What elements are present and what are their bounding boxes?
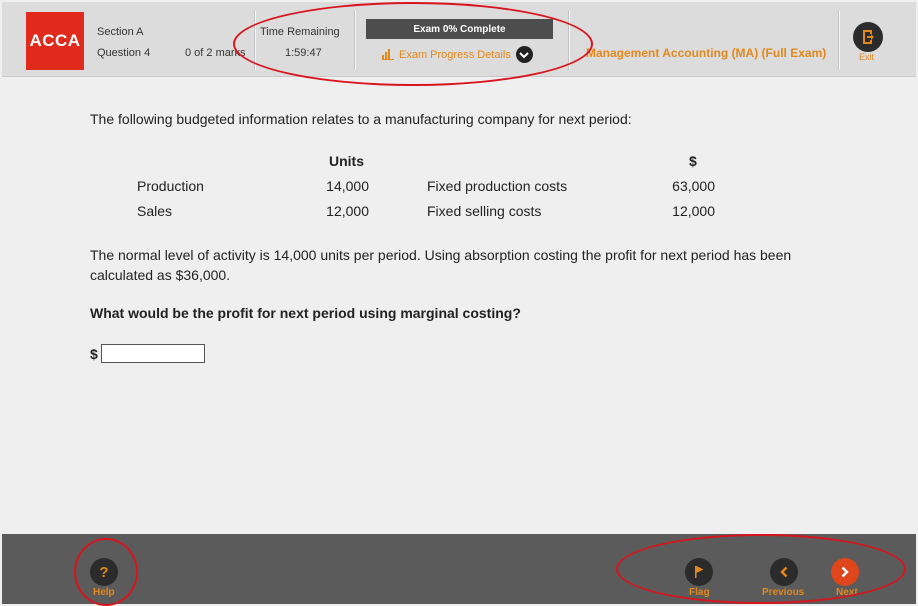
dollar-header: $ — [689, 153, 697, 169]
exam-progress-details-label: Exam Progress Details — [399, 48, 511, 61]
flag-button[interactable] — [685, 558, 713, 586]
question-text: What would be the profit for next period… — [90, 305, 521, 321]
answer-input[interactable] — [101, 344, 205, 363]
question-label: Question 4 — [97, 47, 151, 59]
question-intro: The following budgeted information relat… — [90, 111, 632, 127]
previous-label: Previous — [762, 587, 805, 598]
section-label: Section A — [97, 26, 144, 38]
question-mark-icon: ? — [99, 563, 109, 581]
exam-footer: ? Help Flag Previous Next — [2, 534, 916, 604]
currency-symbol: $ — [90, 346, 98, 362]
exam-progress-bar: Exam 0% Complete — [366, 19, 553, 39]
next-label: Next — [836, 587, 858, 598]
header-divider — [568, 10, 570, 70]
units-header: Units — [329, 153, 364, 169]
header-divider — [354, 10, 356, 70]
chevron-right-icon — [841, 566, 849, 578]
header-divider — [838, 10, 840, 70]
exam-title: Management Accounting (MA) (Full Exam) — [586, 46, 827, 60]
acca-logo: ACCA — [26, 12, 84, 70]
exam-progress-text: Exam 0% Complete — [413, 23, 506, 35]
marks-label: 0 of 2 marks — [185, 47, 246, 59]
table-row-cost: 12,000 — [672, 203, 715, 219]
exam-progress-details-button[interactable]: Exam Progress Details — [382, 46, 533, 63]
exit-label: Exit — [859, 52, 875, 62]
question-paragraph: The normal level of activity is 14,000 u… — [90, 247, 792, 283]
previous-button[interactable] — [770, 558, 798, 586]
time-remaining-value: 1:59:47 — [285, 47, 322, 59]
bar-chart-icon — [382, 49, 394, 60]
table-row-cost-label: Fixed production costs — [427, 178, 568, 194]
chevron-down-icon[interactable] — [515, 46, 533, 63]
table-row-label: Production — [137, 178, 204, 194]
exit-button[interactable] — [853, 22, 883, 52]
exit-door-icon — [863, 30, 874, 44]
next-button[interactable] — [831, 558, 859, 586]
table-row-units: 14,000 — [326, 178, 369, 194]
table-row-label: Sales — [137, 203, 173, 219]
table-row-cost: 63,000 — [672, 178, 715, 194]
help-label: Help — [93, 587, 115, 598]
exam-header: ACCA Section A Question 4 0 of 2 marks T… — [2, 2, 916, 77]
flag-icon — [695, 566, 704, 578]
time-remaining-label: Time Remaining — [260, 26, 340, 38]
help-button[interactable]: ? — [90, 558, 118, 586]
chevron-left-icon — [780, 566, 788, 578]
header-divider — [254, 10, 256, 70]
table-row-units: 12,000 — [326, 203, 369, 219]
table-row-cost-label: Fixed selling costs — [427, 203, 542, 219]
flag-label: Flag — [689, 587, 710, 598]
